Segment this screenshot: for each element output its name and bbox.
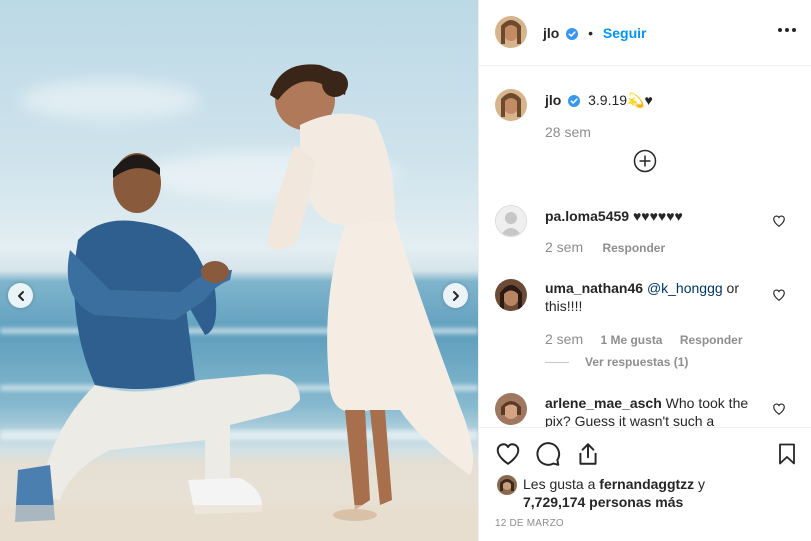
plus-circle-icon: [633, 149, 657, 173]
view-replies-label[interactable]: Ver respuestas (1): [585, 355, 688, 369]
comment-2: uma_nathan46 @k_honggg or this!!!!: [545, 279, 765, 315]
caption-text: 3.9.19💫♥: [588, 92, 653, 108]
heart-outline-icon[interactable]: [495, 441, 521, 467]
comment-meta: 2 sem 1 Me gusta Responder: [545, 331, 743, 347]
caption: jlo 3.9.19💫♥: [545, 91, 653, 109]
header-user-line: jlo • Seguir: [543, 24, 647, 42]
liker-avatar[interactable]: [497, 475, 517, 495]
default-avatar-icon: [496, 206, 526, 236]
post-date[interactable]: 12 DE MARZO: [495, 518, 564, 529]
caption-avatar[interactable]: [495, 89, 527, 121]
avatar-image: [495, 279, 527, 311]
comments-list[interactable]: jlo 3.9.19💫♥ 28 sem pa.loma5459 ♥♥♥♥♥♥ 2…: [479, 67, 811, 427]
load-more-comments-button[interactable]: [633, 149, 657, 178]
comment-meta: 2 sem Responder: [545, 239, 665, 255]
comment-likes[interactable]: 1 Me gusta: [600, 333, 662, 347]
avatar-image: [495, 393, 527, 425]
bookmark-icon[interactable]: [775, 441, 799, 467]
likes-count[interactable]: 7,729,174 personas más: [523, 494, 683, 510]
comment-icon[interactable]: [535, 441, 561, 467]
carousel-next-button[interactable]: [443, 283, 468, 308]
comment-time[interactable]: 2 sem: [545, 239, 583, 255]
heart-outline-icon[interactable]: [772, 214, 786, 228]
ellipsis-icon: [792, 28, 796, 32]
chevron-right-icon: [452, 290, 459, 301]
heart-outline-icon[interactable]: [772, 288, 786, 302]
reply-button[interactable]: Responder: [680, 333, 743, 347]
comment-avatar[interactable]: [495, 205, 527, 237]
comment-avatar[interactable]: [495, 279, 527, 311]
post-header: jlo • Seguir: [479, 0, 811, 66]
verified-badge-icon: [566, 28, 579, 40]
comment-username[interactable]: uma_nathan46: [545, 280, 643, 296]
reply-button[interactable]: Responder: [602, 241, 665, 255]
comment-mention[interactable]: @k_honggg: [647, 280, 723, 296]
comment-username[interactable]: arlene_mae_asch: [545, 395, 662, 411]
action-bar: Les gusta a fernandaggtzz y 7,729,174 pe…: [479, 427, 811, 541]
photo-illustration: [0, 64, 478, 541]
caption-time[interactable]: 28 sem: [545, 124, 591, 140]
likes-middle: y: [694, 476, 706, 492]
header-separator: •: [588, 25, 594, 41]
avatar-image: [495, 16, 527, 48]
likes-user[interactable]: fernandaggtzz: [599, 476, 694, 492]
comment-time[interactable]: 2 sem: [545, 331, 583, 347]
ellipsis-icon: [778, 28, 782, 32]
comment-username[interactable]: pa.loma5459: [545, 208, 629, 224]
caption-username[interactable]: jlo: [545, 92, 561, 108]
chevron-left-icon: [17, 290, 24, 301]
comment-1: pa.loma5459 ♥♥♥♥♥♥: [545, 207, 765, 225]
ellipsis-icon: [785, 28, 789, 32]
carousel-prev-button[interactable]: [8, 283, 33, 308]
heart-outline-icon[interactable]: [772, 402, 786, 416]
view-replies-button[interactable]: Ver respuestas (1): [545, 355, 688, 369]
more-options-button[interactable]: [776, 22, 798, 38]
follow-button[interactable]: Seguir: [603, 25, 647, 41]
likes-summary: Les gusta a fernandaggtzz y 7,729,174 pe…: [523, 475, 773, 511]
header-username[interactable]: jlo: [543, 25, 559, 41]
comment-3: arlene_mae_asch Who took the pix? Guess …: [545, 394, 765, 427]
verified-badge-icon: [568, 95, 581, 107]
likes-prefix: Les gusta a: [523, 476, 600, 492]
comment-body: ♥♥♥♥♥♥: [629, 208, 683, 224]
post-photo[interactable]: [0, 0, 478, 541]
post-side-panel: jlo • Seguir jlo 3.9.19💫♥ 28 sem pa.loma…: [478, 0, 811, 541]
replies-divider: [545, 361, 569, 363]
avatar-image: [495, 89, 527, 121]
avatar[interactable]: [495, 16, 527, 48]
comment-avatar[interactable]: [495, 393, 527, 425]
share-icon[interactable]: [575, 441, 601, 467]
avatar-image: [497, 475, 517, 495]
